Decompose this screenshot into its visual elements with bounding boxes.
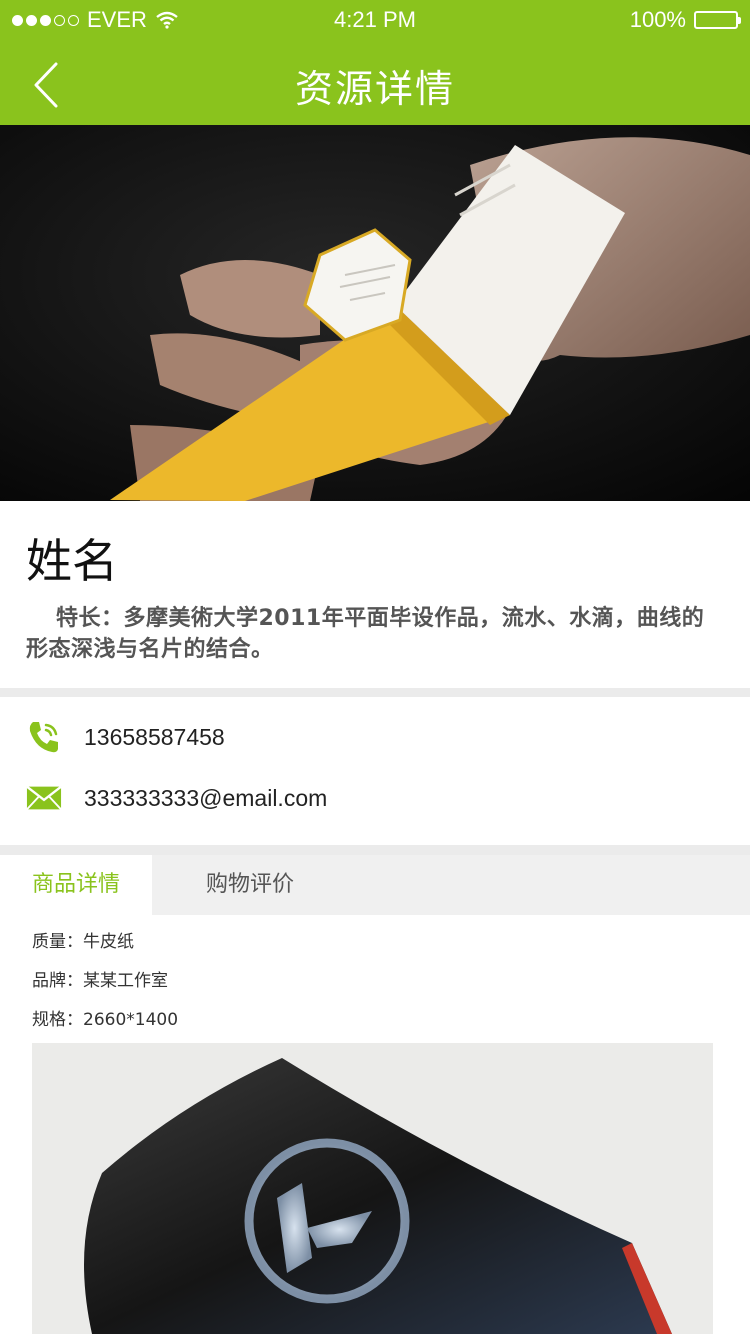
email-row[interactable]: 333333333@email.com	[0, 773, 750, 823]
profile-description: 特长：多摩美術大学2011年平面毕设作品，流水、水滴，曲线的形态深浅与名片的结合…	[26, 606, 705, 662]
status-bar: EVER 4:21 PM 100%	[0, 0, 750, 40]
detail-tabs: 商品详情 购物评价	[0, 855, 750, 915]
status-right: 100%	[629, 7, 741, 33]
hero-image	[0, 125, 750, 501]
profile-name: 姓名	[26, 534, 118, 588]
notebook-photo	[32, 1043, 713, 1334]
spec-brand: 品牌：某某工作室	[32, 971, 168, 991]
phone-icon	[26, 719, 62, 755]
battery-percent: 100%	[629, 7, 686, 32]
tab-shopping-reviews[interactable]: 购物评价	[152, 855, 348, 915]
battery-icon	[694, 11, 741, 29]
spec-quality: 质量：牛皮纸	[32, 932, 134, 952]
business-card-photo	[0, 125, 750, 501]
product-detail-image	[32, 1043, 713, 1334]
app-header: EVER 4:21 PM 100% 资源详情	[0, 0, 750, 125]
phone-row[interactable]: 13658587458	[0, 712, 750, 762]
tab-product-details[interactable]: 商品详情	[0, 855, 152, 915]
page-title: 资源详情	[294, 67, 455, 111]
mail-icon	[26, 780, 62, 816]
section-divider	[0, 688, 750, 697]
email-address[interactable]: 333333333@email.com	[84, 785, 327, 812]
spec-size: 规格：2660*1400	[32, 1010, 179, 1030]
section-divider	[0, 845, 750, 855]
phone-number[interactable]: 13658587458	[84, 724, 225, 751]
nav-bar: 资源详情	[0, 40, 750, 125]
